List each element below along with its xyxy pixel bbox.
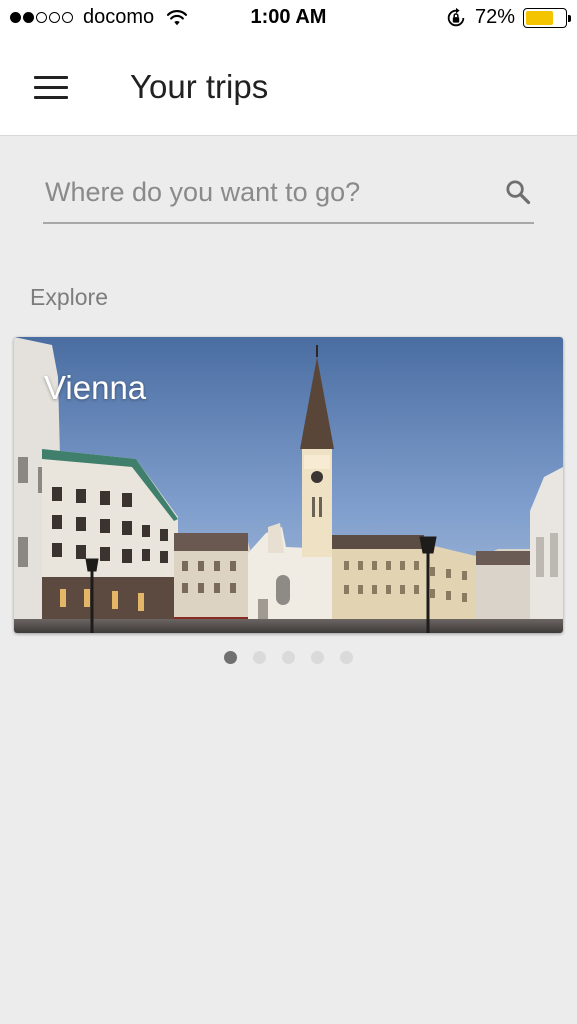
search-bar: [43, 166, 534, 224]
status-right: 72%: [445, 6, 571, 29]
explore-heading: Explore: [30, 284, 108, 310]
pager-dot[interactable]: [311, 651, 324, 664]
battery-icon: [523, 7, 571, 28]
pager-dot[interactable]: [282, 651, 295, 664]
destination-card-vienna[interactable]: Vienna: [14, 337, 563, 633]
rotation-lock-icon: [447, 7, 465, 26]
pager-dot[interactable]: [224, 651, 237, 664]
search-icon[interactable]: [504, 178, 532, 206]
carousel-pager: [0, 651, 577, 664]
status-bar: docomo 1:00 AM 72%: [0, 0, 577, 38]
pager-dot[interactable]: [253, 651, 266, 664]
destination-title: Vienna: [44, 369, 147, 406]
pager-dot[interactable]: [340, 651, 353, 664]
battery-percent: 72%: [474, 6, 515, 28]
hamburger-menu-icon[interactable]: [26, 66, 76, 108]
page-title: Your trips: [130, 68, 269, 105]
app-bar: Your trips: [0, 38, 577, 136]
battery-level: [526, 10, 554, 25]
search-input[interactable]: [43, 166, 493, 218]
